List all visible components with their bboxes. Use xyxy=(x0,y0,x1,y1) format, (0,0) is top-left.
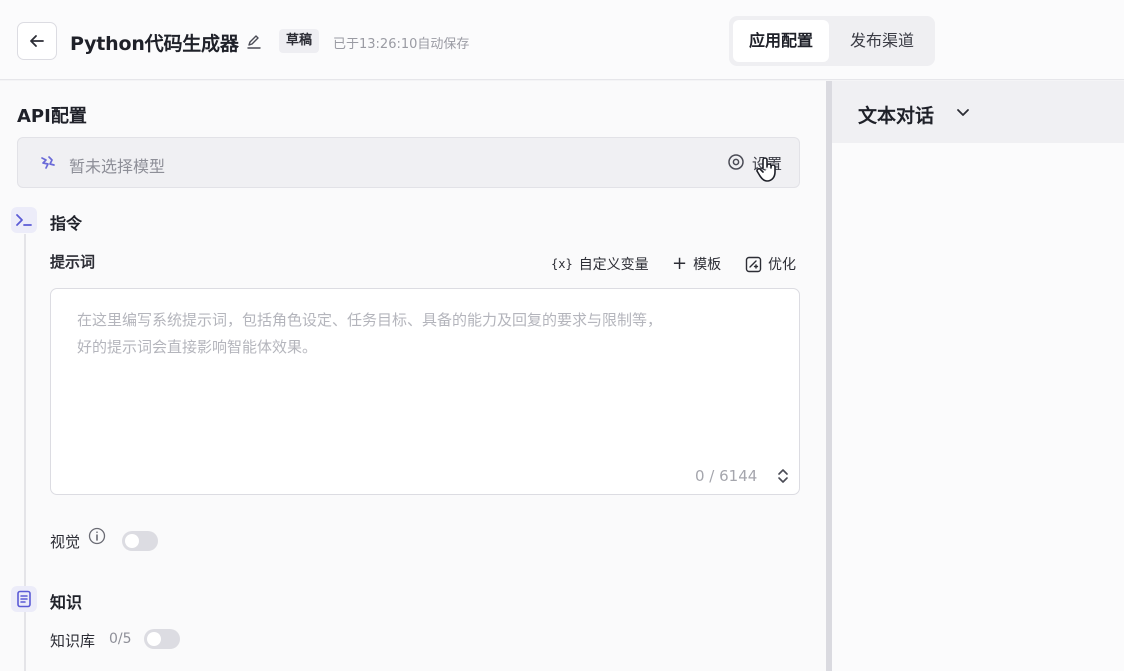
hand-cursor-icon xyxy=(756,157,776,182)
prompt-placeholder: 在这里编写系统提示词，包括角色设定、任务目标、具备的能力及回复的要求与限制等， … xyxy=(77,307,767,361)
optimize-button[interactable]: 优化 xyxy=(745,254,796,274)
expand-toggle-icon[interactable] xyxy=(776,468,790,484)
model-selector[interactable]: 暂未选择模型 设置 xyxy=(17,137,800,188)
back-button[interactable] xyxy=(17,22,57,60)
knowledge-base-count: 0/5 xyxy=(109,631,132,647)
model-icon xyxy=(41,156,55,169)
optimize-label: 优化 xyxy=(768,257,796,273)
model-placeholder: 暂未选择模型 xyxy=(69,157,166,176)
prompt-textarea[interactable]: 在这里编写系统提示词，包括角色设定、任务目标、具备的能力及回复的要求与限制等， … xyxy=(50,288,800,495)
preview-body xyxy=(832,143,1124,671)
custom-variable-button[interactable]: {x} 自定义变量 xyxy=(551,254,649,274)
knowledge-base-toggle[interactable] xyxy=(144,629,180,649)
prompt-label: 提示词 xyxy=(50,253,96,271)
instruction-section-title: 指令 xyxy=(50,214,83,233)
knowledge-base-label: 知识库 xyxy=(50,632,96,650)
knowledge-section-title: 知识 xyxy=(50,593,83,612)
vision-label: 视觉 xyxy=(50,533,81,551)
knowledge-icon xyxy=(11,586,37,612)
edit-icon[interactable] xyxy=(245,32,263,50)
chevron-down-icon[interactable] xyxy=(955,106,971,120)
autosave-status: 已于13:26:10自动保存 xyxy=(333,37,470,52)
terminal-icon xyxy=(11,207,37,233)
info-icon[interactable] xyxy=(88,527,106,545)
app-title: Python代码生成器 xyxy=(70,33,239,55)
plus-icon: + xyxy=(672,253,688,274)
template-label: 模板 xyxy=(693,257,722,273)
top-header: Python代码生成器 草稿 已于13:26:10自动保存 应用配置 发布渠道 xyxy=(0,0,1124,80)
draft-badge: 草稿 xyxy=(279,29,320,53)
dialog-mode-title[interactable]: 文本对话 xyxy=(858,101,934,128)
placeholder-line-1: 在这里编写系统提示词，包括角色设定、任务目标、具备的能力及回复的要求与限制等， xyxy=(77,311,663,329)
settings-icon[interactable] xyxy=(727,153,745,171)
template-button[interactable]: + 模板 xyxy=(672,254,721,274)
tab-group: 应用配置 发布渠道 xyxy=(729,16,935,66)
vision-toggle[interactable] xyxy=(122,531,158,551)
arrow-left-icon xyxy=(30,35,44,47)
placeholder-line-2: 好的提示词会直接影响智能体效果。 xyxy=(77,338,318,356)
tab-app-config[interactable]: 应用配置 xyxy=(733,20,829,62)
magic-optimize-icon xyxy=(745,256,762,272)
custom-variable-label: 自定义变量 xyxy=(578,257,649,273)
char-counter: 0 / 6144 xyxy=(695,467,758,485)
api-config-title: API配置 xyxy=(17,106,87,127)
tab-publish-channel[interactable]: 发布渠道 xyxy=(833,20,931,62)
variable-icon: {x} xyxy=(551,257,573,271)
